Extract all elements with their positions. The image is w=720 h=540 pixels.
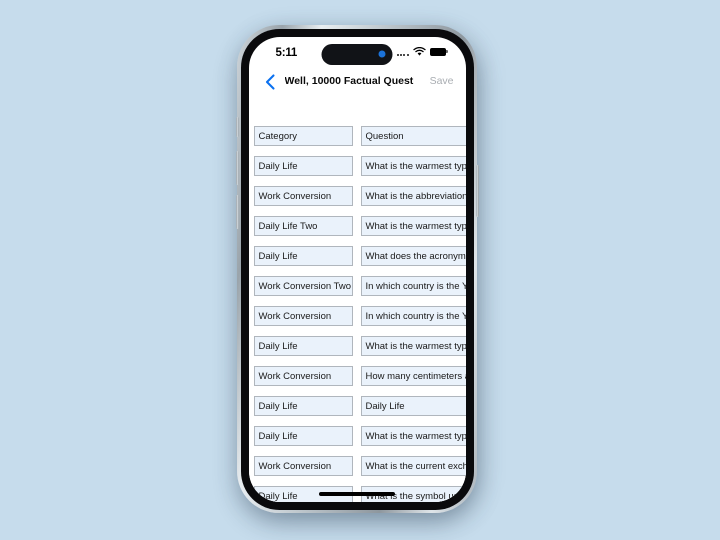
column-header-question[interactable]: Question [360,125,466,146]
cell-question[interactable]: In which country is the Ye [360,305,466,326]
cell-question[interactable]: What is the abbreviation f [360,185,466,206]
cell-question[interactable]: How many centimeters ar [360,365,466,386]
content-spacer [248,97,466,126]
cell-category[interactable]: Work Conversion Two [253,275,353,296]
cell-category[interactable]: Work Conversion [253,365,353,386]
page-title: Well, 10000 Factual Questions a... [284,74,414,87]
cell-category[interactable]: Work Conversion [253,185,353,206]
table-row: Daily Life What is the warmest type [253,425,466,456]
cell-category[interactable]: Daily Life [253,425,353,446]
column-header-category[interactable]: Category [253,125,353,146]
cell-category[interactable]: Work Conversion [253,455,353,476]
cell-category[interactable]: Daily Life Two [253,215,353,236]
table-row: Work Conversion Two In which country is t… [253,275,466,306]
cell-question[interactable]: What is the warmest type [360,425,466,446]
status-bar: 5:11 [249,37,466,71]
action-button[interactable] [235,117,239,137]
table-row: Daily Life What is the warmest type [253,335,466,366]
cell-category[interactable]: Daily Life [253,395,353,416]
table-row: Daily Life What is the warmest type [253,155,466,186]
table-row: Work Conversion What is the current excha… [253,455,466,486]
table-row: Work Conversion In which country is the Y… [253,305,466,336]
island-activity-indicator [378,50,386,58]
table-row: Daily Life Two What is the warmest type [253,215,466,246]
save-button[interactable]: Save [430,75,454,87]
home-indicator[interactable] [319,491,395,496]
phone-device-frame: 5:11 Well, 10000 Factual Quest Save Cate… [235,25,479,513]
cell-question[interactable]: What is the warmest type [360,215,466,236]
battery-icon [429,47,448,56]
cell-category[interactable]: Daily Life [253,155,353,176]
volume-down-button[interactable] [235,195,239,229]
table-row: Work Conversion How many centimeters ar [253,365,466,396]
table-rows-container: Daily Life What is the warmest type Work C… [253,155,466,502]
cell-question[interactable]: What is the warmest type [360,335,466,356]
dynamic-island [321,43,393,65]
cell-question[interactable]: In which country is the Ye [360,275,466,296]
cell-category[interactable]: Daily Life [253,335,353,356]
table-row: Daily Life What does the acronym A [253,245,466,276]
power-button[interactable] [475,165,479,217]
phone-bezel: 5:11 Well, 10000 Factual Quest Save Cate… [240,28,474,510]
table-header-row: Category Question [253,125,466,156]
status-bar-time: 5:11 [275,46,298,59]
table-row: Daily Life Daily Life [253,395,466,426]
signal-dots-icon [396,48,409,56]
cell-question[interactable]: What does the acronym A [360,245,466,266]
volume-up-button[interactable] [235,151,239,185]
cell-category[interactable]: Daily Life [253,245,353,266]
cell-question[interactable]: What is the warmest type [360,155,466,176]
table-row: Work Conversion What is the abbreviation … [253,185,466,216]
cell-question[interactable]: What is the current exchan [360,455,466,476]
cell-question[interactable]: Daily Life [360,395,466,416]
chevron-left-icon[interactable] [263,73,277,91]
spreadsheet-grid[interactable]: Category Question Daily Life What is the … [248,125,466,502]
navigation-bar: Well, 10000 Factual Questions a... Save [249,71,466,98]
status-bar-indicators [396,46,448,57]
cell-category[interactable]: Work Conversion [253,305,353,326]
wifi-icon [412,46,426,56]
phone-screen: 5:11 Well, 10000 Factual Quest Save Cate… [248,36,466,502]
